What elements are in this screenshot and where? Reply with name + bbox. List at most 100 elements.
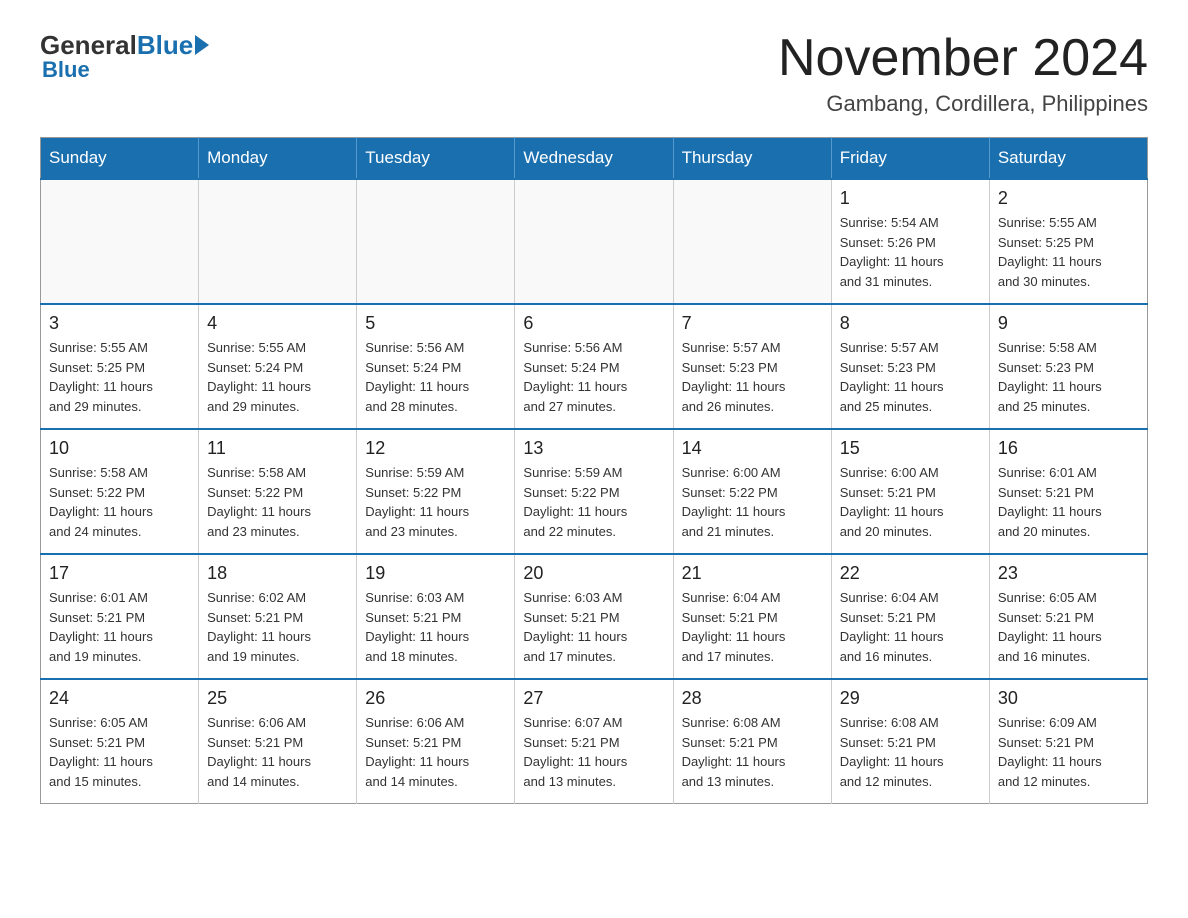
day-of-week-sunday: Sunday: [41, 138, 199, 180]
day-number: 10: [49, 438, 190, 459]
logo-arrow-icon: [195, 35, 209, 55]
day-of-week-wednesday: Wednesday: [515, 138, 673, 180]
calendar-table: SundayMondayTuesdayWednesdayThursdayFrid…: [40, 137, 1148, 804]
day-number: 2: [998, 188, 1139, 209]
day-number: 15: [840, 438, 981, 459]
calendar-cell: 25Sunrise: 6:06 AM Sunset: 5:21 PM Dayli…: [199, 679, 357, 804]
day-number: 12: [365, 438, 506, 459]
day-number: 30: [998, 688, 1139, 709]
day-info: Sunrise: 6:06 AM Sunset: 5:21 PM Dayligh…: [207, 713, 348, 791]
day-info: Sunrise: 5:58 AM Sunset: 5:22 PM Dayligh…: [207, 463, 348, 541]
calendar-cell: 6 Sunrise: 5:56 AM Sunset: 5:24 PM Daylig…: [515, 304, 673, 429]
calendar-cell: 4 Sunrise: 5:55 AM Sunset: 5:24 PM Daylig…: [199, 304, 357, 429]
day-number: 6: [523, 313, 664, 334]
day-number: 22: [840, 563, 981, 584]
week-row-5: 24 Sunrise: 6:05 AM Sunset: 5:21 PM Dayli…: [41, 679, 1148, 804]
day-info: Sunrise: 5:55 AM Sunset: 5:24 PM Dayligh…: [207, 338, 348, 416]
days-of-week-row: SundayMondayTuesdayWednesdayThursdayFrid…: [41, 138, 1148, 180]
calendar-cell: 19 Sunrise: 6:03 AM Sunset: 5:21 PM Dayli…: [357, 554, 515, 679]
calendar-body: 1 Sunrise: 5:54 AM Sunset: 5:26 PM Daylig…: [41, 179, 1148, 804]
calendar-cell: 2 Sunrise: 5:55 AM Sunset: 5:25 PM Daylig…: [989, 179, 1147, 304]
calendar-cell: 9Sunrise: 5:58 AM Sunset: 5:23 PM Daylig…: [989, 304, 1147, 429]
day-info: Sunrise: 5:55 AM Sunset: 5:25 PM Dayligh…: [49, 338, 190, 416]
day-info: Sunrise: 6:01 AM Sunset: 5:21 PM Dayligh…: [49, 588, 190, 666]
calendar-cell: 26 Sunrise: 6:06 AM Sunset: 5:21 PM Dayli…: [357, 679, 515, 804]
day-info: Sunrise: 6:08 AM Sunset: 5:21 PM Dayligh…: [682, 713, 823, 791]
day-info: Sunrise: 6:08 AM Sunset: 5:21 PM Dayligh…: [840, 713, 981, 791]
day-number: 5: [365, 313, 506, 334]
day-number: 4: [207, 313, 348, 334]
day-number: 27: [523, 688, 664, 709]
day-number: 1: [840, 188, 981, 209]
week-row-3: 10 Sunrise: 5:58 AM Sunset: 5:22 PM Dayli…: [41, 429, 1148, 554]
day-number: 21: [682, 563, 823, 584]
calendar-cell: 27 Sunrise: 6:07 AM Sunset: 5:21 PM Dayli…: [515, 679, 673, 804]
calendar-cell: 11Sunrise: 5:58 AM Sunset: 5:22 PM Dayli…: [199, 429, 357, 554]
calendar-cell: 12 Sunrise: 5:59 AM Sunset: 5:22 PM Dayli…: [357, 429, 515, 554]
calendar-cell: 21 Sunrise: 6:04 AM Sunset: 5:21 PM Dayli…: [673, 554, 831, 679]
header: General Blue Blue November 2024 Gambang,…: [40, 30, 1148, 117]
day-info: Sunrise: 5:56 AM Sunset: 5:24 PM Dayligh…: [523, 338, 664, 416]
day-info: Sunrise: 6:03 AM Sunset: 5:21 PM Dayligh…: [523, 588, 664, 666]
day-info: Sunrise: 6:07 AM Sunset: 5:21 PM Dayligh…: [523, 713, 664, 791]
day-info: Sunrise: 6:04 AM Sunset: 5:21 PM Dayligh…: [840, 588, 981, 666]
calendar-location: Gambang, Cordillera, Philippines: [778, 91, 1148, 117]
day-info: Sunrise: 6:04 AM Sunset: 5:21 PM Dayligh…: [682, 588, 823, 666]
calendar-cell: [199, 179, 357, 304]
calendar-cell: 29Sunrise: 6:08 AM Sunset: 5:21 PM Dayli…: [831, 679, 989, 804]
day-number: 24: [49, 688, 190, 709]
week-row-2: 3Sunrise: 5:55 AM Sunset: 5:25 PM Daylig…: [41, 304, 1148, 429]
calendar-cell: 30 Sunrise: 6:09 AM Sunset: 5:21 PM Dayli…: [989, 679, 1147, 804]
calendar-cell: [357, 179, 515, 304]
calendar-cell: 3Sunrise: 5:55 AM Sunset: 5:25 PM Daylig…: [41, 304, 199, 429]
calendar-cell: 1 Sunrise: 5:54 AM Sunset: 5:26 PM Daylig…: [831, 179, 989, 304]
day-number: 20: [523, 563, 664, 584]
day-number: 13: [523, 438, 664, 459]
day-info: Sunrise: 5:59 AM Sunset: 5:22 PM Dayligh…: [523, 463, 664, 541]
calendar-cell: 22 Sunrise: 6:04 AM Sunset: 5:21 PM Dayli…: [831, 554, 989, 679]
calendar-cell: 5Sunrise: 5:56 AM Sunset: 5:24 PM Daylig…: [357, 304, 515, 429]
day-info: Sunrise: 6:06 AM Sunset: 5:21 PM Dayligh…: [365, 713, 506, 791]
calendar-cell: 10 Sunrise: 5:58 AM Sunset: 5:22 PM Dayli…: [41, 429, 199, 554]
calendar-cell: 15 Sunrise: 6:00 AM Sunset: 5:21 PM Dayli…: [831, 429, 989, 554]
day-info: Sunrise: 5:54 AM Sunset: 5:26 PM Dayligh…: [840, 213, 981, 291]
day-info: Sunrise: 5:57 AM Sunset: 5:23 PM Dayligh…: [682, 338, 823, 416]
day-info: Sunrise: 6:09 AM Sunset: 5:21 PM Dayligh…: [998, 713, 1139, 791]
week-row-4: 17 Sunrise: 6:01 AM Sunset: 5:21 PM Dayli…: [41, 554, 1148, 679]
calendar-cell: 24 Sunrise: 6:05 AM Sunset: 5:21 PM Dayli…: [41, 679, 199, 804]
day-info: Sunrise: 5:58 AM Sunset: 5:22 PM Dayligh…: [49, 463, 190, 541]
day-number: 16: [998, 438, 1139, 459]
day-number: 7: [682, 313, 823, 334]
day-info: Sunrise: 6:03 AM Sunset: 5:21 PM Dayligh…: [365, 588, 506, 666]
day-of-week-saturday: Saturday: [989, 138, 1147, 180]
calendar-cell: 13 Sunrise: 5:59 AM Sunset: 5:22 PM Dayli…: [515, 429, 673, 554]
day-info: Sunrise: 5:55 AM Sunset: 5:25 PM Dayligh…: [998, 213, 1139, 291]
calendar-cell: [41, 179, 199, 304]
calendar-title: November 2024: [778, 30, 1148, 87]
day-of-week-tuesday: Tuesday: [357, 138, 515, 180]
day-number: 14: [682, 438, 823, 459]
calendar-cell: 20 Sunrise: 6:03 AM Sunset: 5:21 PM Dayli…: [515, 554, 673, 679]
calendar-cell: 16 Sunrise: 6:01 AM Sunset: 5:21 PM Dayli…: [989, 429, 1147, 554]
day-number: 17: [49, 563, 190, 584]
day-info: Sunrise: 6:05 AM Sunset: 5:21 PM Dayligh…: [49, 713, 190, 791]
day-number: 18: [207, 563, 348, 584]
logo: General Blue Blue: [40, 30, 209, 83]
day-number: 19: [365, 563, 506, 584]
calendar-cell: 7 Sunrise: 5:57 AM Sunset: 5:23 PM Daylig…: [673, 304, 831, 429]
calendar-cell: 28 Sunrise: 6:08 AM Sunset: 5:21 PM Dayli…: [673, 679, 831, 804]
day-of-week-monday: Monday: [199, 138, 357, 180]
day-info: Sunrise: 6:00 AM Sunset: 5:22 PM Dayligh…: [682, 463, 823, 541]
logo-blue: Blue: [137, 30, 193, 61]
day-info: Sunrise: 6:00 AM Sunset: 5:21 PM Dayligh…: [840, 463, 981, 541]
title-area: November 2024 Gambang, Cordillera, Phili…: [778, 30, 1148, 117]
day-number: 26: [365, 688, 506, 709]
calendar-cell: 23Sunrise: 6:05 AM Sunset: 5:21 PM Dayli…: [989, 554, 1147, 679]
day-number: 23: [998, 563, 1139, 584]
day-info: Sunrise: 6:01 AM Sunset: 5:21 PM Dayligh…: [998, 463, 1139, 541]
logo-sub: Blue: [42, 57, 90, 83]
day-info: Sunrise: 6:02 AM Sunset: 5:21 PM Dayligh…: [207, 588, 348, 666]
day-number: 8: [840, 313, 981, 334]
day-number: 28: [682, 688, 823, 709]
day-info: Sunrise: 5:59 AM Sunset: 5:22 PM Dayligh…: [365, 463, 506, 541]
